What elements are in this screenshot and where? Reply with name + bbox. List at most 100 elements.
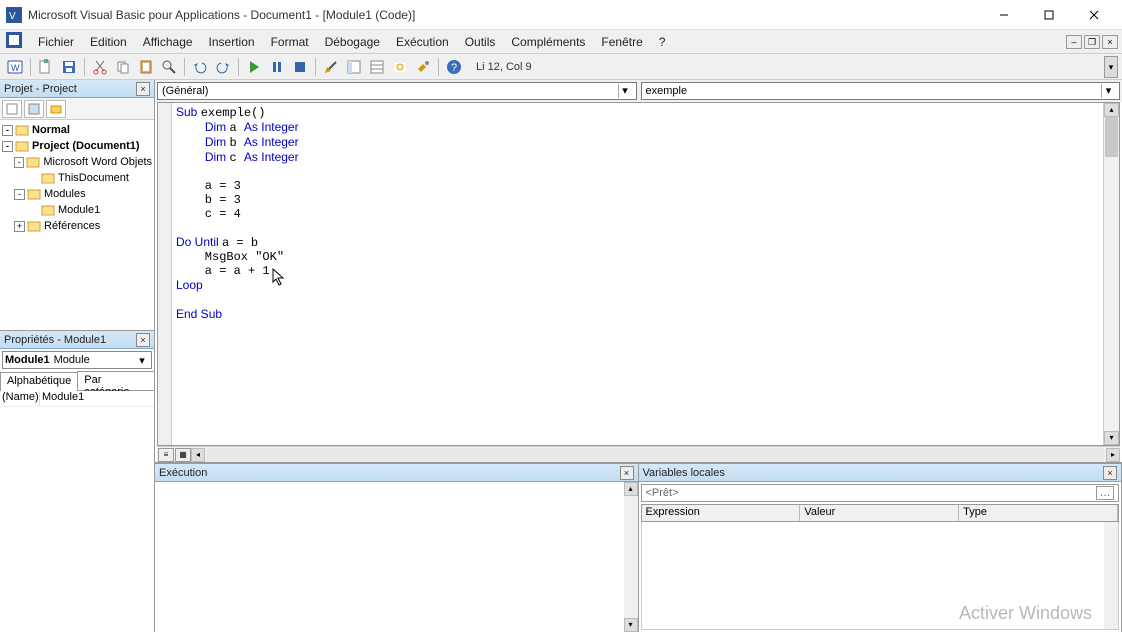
maximize-button[interactable] [1026, 1, 1071, 29]
tree-expander[interactable]: - [14, 189, 25, 200]
app-icon: V [6, 7, 22, 23]
properties-grid[interactable]: (Name) Module1 [0, 391, 154, 632]
menu-complements[interactable]: Compléments [503, 33, 593, 51]
project-panel-close-button[interactable]: × [136, 82, 150, 96]
mdi-minimize-button[interactable]: – [1066, 35, 1082, 49]
save-button[interactable] [58, 56, 80, 78]
tree-expander[interactable]: - [2, 141, 13, 152]
col-type[interactable]: Type [959, 505, 1118, 521]
toolbar-overflow-button[interactable]: ▾ [1104, 56, 1118, 78]
locals-panel-close-button[interactable]: × [1103, 466, 1117, 480]
code-editor[interactable]: Sub exemple() Dim a As Integer Dim b As … [157, 102, 1120, 446]
folder-icon [15, 123, 29, 137]
reset-button[interactable] [289, 56, 311, 78]
scroll-left-arrow[interactable]: ◂ [191, 448, 205, 462]
view-object-button[interactable] [24, 100, 44, 118]
scroll-up-arrow[interactable]: ▴ [1104, 103, 1119, 117]
project-explorer-button[interactable] [343, 56, 365, 78]
col-valeur[interactable]: Valeur [800, 505, 959, 521]
run-button[interactable] [243, 56, 265, 78]
properties-button[interactable] [366, 56, 388, 78]
object-browser-button[interactable] [389, 56, 411, 78]
locals-context-combo[interactable]: <Prêt> … [641, 484, 1120, 502]
procedure-view-button[interactable]: ≡ [158, 448, 174, 462]
menu-format[interactable]: Format [263, 33, 317, 51]
folder-icon [15, 139, 29, 153]
immediate-panel-close-button[interactable]: × [620, 466, 634, 480]
project-tree[interactable]: -Normal-Project (Document1)-Microsoft Wo… [0, 120, 154, 330]
paste-button[interactable] [135, 56, 157, 78]
menu-fenetre[interactable]: Fenêtre [593, 33, 650, 51]
properties-object-combo[interactable]: Module1 Module ▾ [2, 351, 152, 369]
menu-help[interactable]: ? [651, 33, 674, 51]
vba-icon [6, 32, 26, 52]
view-code-button[interactable] [2, 100, 22, 118]
svg-text:V: V [9, 11, 16, 22]
menu-fichier[interactable]: Fichier [30, 33, 82, 51]
tree-expander[interactable]: + [14, 221, 25, 232]
tree-expander[interactable]: - [2, 125, 13, 136]
insert-module-button[interactable] [35, 56, 57, 78]
tab-par-categorie[interactable]: Par catégorie [77, 371, 155, 390]
tree-item[interactable]: +Références [2, 218, 152, 234]
tab-alphabetique[interactable]: Alphabétique [0, 372, 78, 391]
redo-button[interactable] [212, 56, 234, 78]
tree-item-label: Microsoft Word Objets [43, 156, 152, 168]
mdi-close-button[interactable]: × [1102, 35, 1118, 49]
tree-expander[interactable]: - [14, 157, 24, 168]
procedure-combo[interactable]: exemple ▾ [641, 82, 1121, 100]
mdi-restore-button[interactable]: ❐ [1084, 35, 1100, 49]
tree-item[interactable]: -Modules [2, 186, 152, 202]
vertical-scrollbar[interactable]: ▴ ▾ [1103, 103, 1119, 445]
folder-icon [27, 219, 41, 233]
design-mode-button[interactable] [320, 56, 342, 78]
find-button[interactable] [158, 56, 180, 78]
tree-item[interactable]: -Normal [2, 122, 152, 138]
locals-header-row: Expression Valeur Type [641, 504, 1120, 522]
menu-affichage[interactable]: Affichage [135, 33, 201, 51]
tree-expander [28, 205, 39, 216]
vertical-scrollbar[interactable] [1104, 522, 1118, 629]
break-button[interactable] [266, 56, 288, 78]
object-combo[interactable]: (Général) ▾ [157, 82, 637, 100]
cursor-position-status: Li 12, Col 9 [472, 59, 536, 75]
tree-item[interactable]: - Microsoft Word Objets [2, 154, 152, 170]
scroll-right-arrow[interactable]: ▸ [1106, 448, 1120, 462]
menu-edition[interactable]: Edition [82, 33, 135, 51]
title-bar: V Microsoft Visual Basic pour Applicatio… [0, 0, 1122, 30]
vertical-scrollbar[interactable]: ▴ ▾ [624, 482, 638, 632]
scroll-thumb[interactable] [1105, 117, 1118, 157]
copy-button[interactable] [112, 56, 134, 78]
chevron-down-icon: ▾ [618, 84, 632, 98]
toolbox-button[interactable] [412, 56, 434, 78]
locals-panel-title: Variables locales [643, 467, 1104, 479]
menu-debogage[interactable]: Débogage [317, 33, 388, 51]
horizontal-scrollbar[interactable]: ≡ ▦ ◂ ▸ [157, 446, 1120, 462]
minimize-button[interactable] [981, 1, 1026, 29]
undo-button[interactable] [189, 56, 211, 78]
chevron-down-icon: ▾ [135, 354, 149, 367]
immediate-textarea[interactable]: ▴ ▾ [155, 482, 638, 632]
locals-grid[interactable] [641, 522, 1120, 630]
svg-text:?: ? [451, 62, 457, 74]
cut-button[interactable] [89, 56, 111, 78]
properties-panel-title: Propriétés - Module1 [4, 334, 136, 346]
menu-outils[interactable]: Outils [457, 33, 504, 51]
ellipsis-button[interactable]: … [1096, 486, 1114, 500]
view-word-button[interactable]: W [4, 56, 26, 78]
full-module-view-button[interactable]: ▦ [175, 448, 191, 462]
tree-item[interactable]: -Project (Document1) [2, 138, 152, 154]
toggle-folders-button[interactable] [46, 100, 66, 118]
code-margin [158, 103, 172, 445]
menu-execution[interactable]: Exécution [388, 33, 457, 51]
scroll-down-arrow[interactable]: ▾ [1104, 431, 1119, 445]
svg-text:W: W [11, 63, 20, 73]
tree-item[interactable]: Module1 [2, 202, 152, 218]
help-button[interactable]: ? [443, 56, 465, 78]
close-button[interactable] [1071, 1, 1116, 29]
col-expression[interactable]: Expression [642, 505, 801, 521]
menu-insertion[interactable]: Insertion [201, 33, 263, 51]
properties-panel-close-button[interactable]: × [136, 333, 150, 347]
tree-item[interactable]: ThisDocument [2, 170, 152, 186]
toolbar: W ? Li 12, Col 9 ▾ [0, 54, 1122, 80]
